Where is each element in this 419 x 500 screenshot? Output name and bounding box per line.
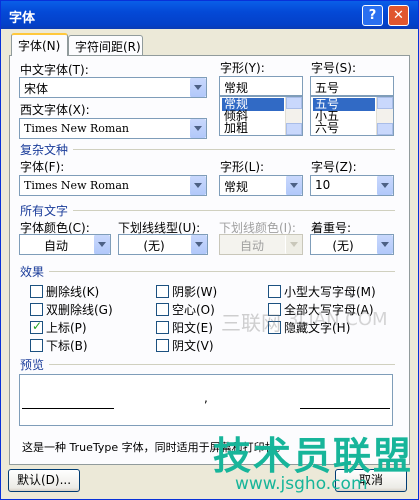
- chevron-down-icon[interactable]: [376, 176, 393, 195]
- emphasis-select[interactable]: (无): [310, 234, 394, 255]
- style-list-scrollbar[interactable]: [285, 97, 302, 135]
- close-button[interactable]: ✕: [388, 5, 409, 26]
- double-strikethrough-checkbox[interactable]: [30, 303, 43, 316]
- title-bar: 字体 ? ✕: [1, 1, 418, 29]
- dialog-title: 字体: [9, 11, 36, 26]
- superscript-checkbox[interactable]: [30, 319, 43, 334]
- western-font-select[interactable]: Times New Roman: [19, 118, 207, 139]
- chevron-down-icon[interactable]: [189, 176, 206, 195]
- style-label: 字形(Y):: [220, 61, 265, 75]
- size-option-6[interactable]: 六号: [313, 122, 339, 135]
- double-strikethrough-label[interactable]: 双删除线(G): [46, 301, 113, 318]
- size-label: 字号(S):: [311, 61, 357, 75]
- complex-font-value: Times New Roman: [24, 179, 129, 192]
- complex-size-label: 字号(Z):: [311, 160, 357, 174]
- shadow-label[interactable]: 阴影(W): [172, 283, 217, 300]
- complex-size-value: 10: [315, 178, 331, 192]
- chevron-down-icon[interactable]: [376, 235, 393, 254]
- superscript-label[interactable]: 上标(P): [46, 319, 87, 336]
- complex-size-select[interactable]: 10: [310, 175, 394, 196]
- chinese-font-label: 中文字体(T):: [20, 63, 89, 77]
- style-option-bold[interactable]: 加粗: [222, 122, 248, 135]
- emboss-label[interactable]: 阳文(E): [172, 319, 213, 336]
- preview-text: ,: [204, 391, 208, 405]
- western-font-label: 西文字体(X):: [20, 103, 90, 117]
- chevron-down-icon[interactable]: [189, 119, 206, 138]
- outline-label[interactable]: 空心(O): [172, 301, 215, 318]
- preview-section-title: 预览: [20, 358, 45, 372]
- chinese-font-select[interactable]: 宋体: [19, 77, 207, 98]
- watermark-url: www.jsgho.com: [235, 474, 368, 494]
- default-button[interactable]: 默认(D)...: [8, 469, 80, 492]
- style-list[interactable]: 常规 倾斜 加粗: [219, 96, 303, 136]
- complex-style-value: 常规: [224, 180, 249, 194]
- chevron-down-icon[interactable]: [190, 235, 207, 254]
- scroll-up-icon[interactable]: [377, 97, 393, 109]
- underline-type-select[interactable]: (无): [118, 234, 208, 255]
- effects-section-title: 效果: [20, 265, 45, 279]
- font-color-select[interactable]: 自动: [19, 234, 111, 255]
- subscript-label[interactable]: 下标(B): [46, 337, 88, 354]
- complex-font-select[interactable]: Times New Roman: [19, 175, 207, 196]
- underline-color-value: 自动: [239, 239, 264, 253]
- small-caps-checkbox[interactable]: [268, 285, 281, 298]
- complex-style-select[interactable]: 常规: [219, 175, 303, 196]
- all-text-section-title: 所有文字: [20, 204, 69, 218]
- shadow-checkbox[interactable]: [156, 285, 169, 298]
- tab-character-spacing[interactable]: 字符间距(R): [68, 35, 143, 55]
- underline-type-value: (无): [143, 239, 165, 253]
- section-divider: [73, 149, 395, 150]
- watermark-brand: 技术员联盟: [213, 434, 414, 478]
- strikethrough-label[interactable]: 删除线(K): [46, 283, 99, 300]
- size-input-value: 五号: [315, 81, 340, 95]
- western-font-value: Times New Roman: [24, 122, 129, 135]
- size-list[interactable]: 五号 小五 六号: [310, 96, 394, 136]
- chevron-down-icon[interactable]: [93, 235, 110, 254]
- emphasis-value: (无): [332, 239, 354, 253]
- chinese-font-value: 宋体: [24, 82, 49, 96]
- preview-baseline-left: [22, 408, 114, 409]
- small-caps-label[interactable]: 小型大写字母(M): [284, 283, 376, 300]
- section-divider: [73, 210, 395, 211]
- size-input[interactable]: 五号: [310, 76, 394, 96]
- section-divider: [49, 271, 395, 272]
- size-list-scrollbar[interactable]: [376, 97, 393, 135]
- tab-font[interactable]: 字体(N): [11, 33, 68, 56]
- font-color-value: 自动: [43, 239, 68, 253]
- scroll-up-icon[interactable]: [286, 97, 302, 109]
- preview-baseline-right: [300, 408, 390, 409]
- engrave-checkbox[interactable]: [156, 339, 169, 352]
- complex-section-title: 复杂文种: [20, 143, 69, 157]
- chevron-down-icon: [285, 235, 302, 254]
- emboss-checkbox[interactable]: [156, 321, 169, 334]
- engrave-label[interactable]: 阴文(V): [172, 337, 214, 354]
- strikethrough-checkbox[interactable]: [30, 285, 43, 298]
- preview-box: ,: [19, 374, 393, 426]
- scroll-down-icon[interactable]: [286, 123, 302, 135]
- chevron-down-icon[interactable]: [285, 176, 302, 195]
- section-divider: [49, 364, 395, 365]
- underline-color-select: 自动: [219, 234, 303, 255]
- outline-checkbox[interactable]: [156, 303, 169, 316]
- complex-style-label: 字形(L):: [220, 160, 265, 174]
- watermark-site-cn: 三联网: [221, 311, 281, 335]
- scroll-down-icon[interactable]: [377, 123, 393, 135]
- watermark-site-en: 3LIAN.COM: [287, 309, 388, 330]
- style-input-value: 常规: [224, 81, 249, 95]
- help-button[interactable]: ?: [362, 5, 383, 26]
- subscript-checkbox[interactable]: [30, 339, 43, 352]
- style-input[interactable]: 常规: [219, 76, 303, 96]
- chevron-down-icon[interactable]: [189, 78, 206, 97]
- complex-font-label: 字体(F):: [20, 160, 65, 174]
- font-dialog: 字体 ? ✕ 字体(N) 字符间距(R) 中文字体(T): 宋体 字形(Y): …: [0, 0, 419, 500]
